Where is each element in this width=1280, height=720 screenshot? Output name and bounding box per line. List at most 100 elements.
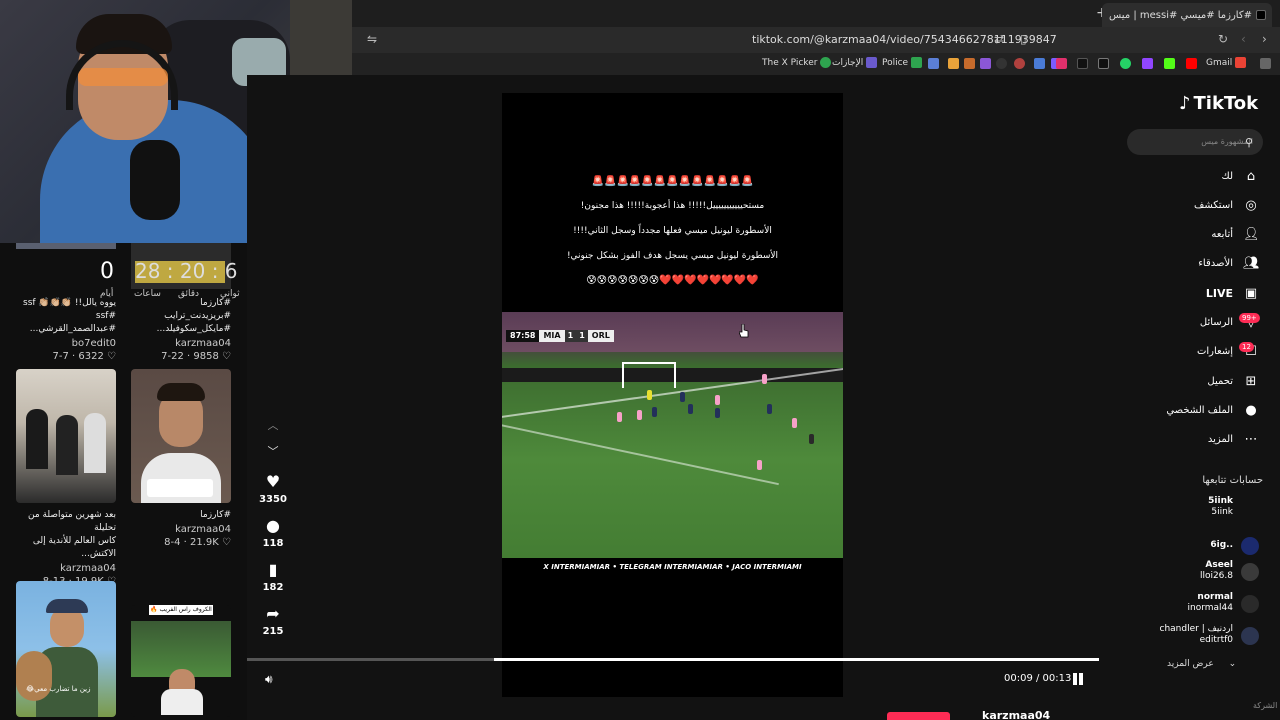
video-card-4[interactable]: #كارزما karzmaa04 8-4 · 21.9K ♡	[131, 369, 231, 548]
account-handle: 5iink	[1211, 507, 1233, 517]
following-account[interactable]: 5iink 5iink	[1127, 495, 1263, 523]
url-text[interactable]: tiktok.com/@karzmaa04/video/754346627811…	[752, 33, 1057, 46]
goal-thumb[interactable]: الكروف راس الفريب 🔥	[131, 605, 231, 717]
selfie-thumb[interactable]	[131, 369, 231, 503]
tiktok-bm-icon[interactable]	[1077, 58, 1088, 69]
prev-video-button[interactable]: ︿	[258, 417, 288, 433]
watermark-banner: X INTERMIAMIAR • TELEGRAM INTERMIAMIAR •…	[543, 563, 802, 571]
private-jet-thumb[interactable]	[16, 369, 116, 503]
account-name: normal	[1197, 592, 1233, 602]
gmail-icon	[1235, 57, 1247, 68]
bookmark-icon-5[interactable]	[1014, 58, 1025, 69]
instagram-icon[interactable]	[1056, 58, 1067, 69]
pause-button[interactable]	[1071, 672, 1085, 686]
hand-cursor-icon	[739, 324, 749, 338]
live-icon: ▣	[1244, 286, 1258, 301]
nav-for-you[interactable]: لك ⌂	[1127, 169, 1259, 184]
video-author[interactable]: bo7edit0	[16, 338, 116, 349]
logo-text: TikTok	[1193, 93, 1259, 114]
back-icon[interactable]: ‹	[1241, 32, 1246, 46]
bookmark-icon[interactable]: ▯	[1020, 32, 1027, 46]
bookmarks-bar: The X Picker الإجازات Police Gmail	[352, 53, 1280, 75]
forward-icon[interactable]: ›	[1262, 32, 1267, 46]
link-icon[interactable]	[928, 58, 939, 69]
bookmark-x-picker[interactable]: The X Picker	[762, 57, 832, 68]
github-icon[interactable]	[996, 58, 1007, 69]
share-icon: ➦	[266, 604, 280, 623]
nav-profile[interactable]: الملف الشخصي ●	[1127, 403, 1259, 418]
save-count: 182	[262, 582, 284, 593]
video-caption: بعد شهرين متواصلة من تحليلة	[28, 510, 116, 533]
x-icon[interactable]	[1098, 58, 1109, 69]
nav-following[interactable]: أتابعه 👤︎	[1127, 227, 1259, 242]
s-icon[interactable]	[980, 58, 991, 69]
bookmark-gmail[interactable]: Gmail	[1206, 57, 1247, 68]
video-feed: ︿ ﹀ ♥ 3350 ● 118 ▮ 182 ➦ 215 🚨🚨🚨🚨🚨🚨🚨🚨🚨🚨🚨…	[247, 75, 1127, 720]
bookmark-icon-3[interactable]	[964, 58, 975, 69]
video-card-3[interactable]: بعد شهرين متواصلة من تحليلة كاس العالم ل…	[16, 369, 116, 587]
bookmark-icon-6[interactable]	[1034, 58, 1045, 69]
bottom-username[interactable]: karzmaa04	[982, 709, 1050, 720]
video-text-line-4: ❤️❤️❤️❤️❤️❤️❤️❤️😰😰😰😰😰😰😰	[586, 275, 759, 286]
volume-icon[interactable]: 🔊︎	[265, 672, 273, 687]
account-name: 6ig..	[1210, 540, 1233, 550]
apps-grid-icon[interactable]	[1260, 58, 1271, 69]
pitch-line-2	[502, 420, 779, 486]
follow-button[interactable]	[887, 712, 950, 720]
video-card-1[interactable]: يووه يالل!! 👏🏼👏🏼👏🏼 ssf #ssf #عبدالصمد_ال…	[16, 291, 116, 362]
following-account[interactable]: normal inormal44	[1127, 591, 1263, 619]
progress-bar[interactable]	[247, 658, 1099, 661]
connection-icon[interactable]: ⇄	[994, 32, 1004, 46]
video-player[interactable]: 🚨🚨🚨🚨🚨🚨🚨🚨🚨🚨🚨🚨🚨 مستحيييييييييييل!!!!! هذا …	[502, 93, 843, 697]
active-tab[interactable]: #كارزما #ميسي #messi | ميس	[1102, 3, 1272, 27]
video-author[interactable]: karzmaa04	[16, 563, 116, 574]
following-account[interactable]: Aseel lloi26.8	[1127, 559, 1263, 587]
profile-icon: ●	[1245, 403, 1257, 418]
comment-icon: ●	[266, 516, 280, 535]
friends-icon: 👥︎	[1243, 256, 1260, 271]
video-author[interactable]: karzmaa04	[131, 338, 231, 349]
amazon-icon[interactable]	[948, 58, 959, 69]
youtube-icon[interactable]	[1186, 58, 1197, 69]
video-thumb-partial[interactable]	[16, 243, 116, 249]
address-bar[interactable]: ⇋ tiktok.com/@karzmaa04/video/7543466278…	[352, 27, 1280, 53]
camel-thumb[interactable]: زين ما تضارب معي😂	[16, 581, 116, 717]
whatsapp-icon[interactable]	[1120, 58, 1131, 69]
video-card-2[interactable]: #كارزما #بريزيدنت_ترايب #مايكل_سكوفيلد..…	[131, 291, 231, 362]
bookmark-holidays[interactable]: الإجازات	[832, 57, 878, 68]
following-account[interactable]: 6ig..	[1127, 533, 1263, 561]
sheet-icon	[911, 57, 923, 68]
nav-more[interactable]: المزيد ⋯	[1127, 432, 1259, 447]
thumb-caption: زين ما تضارب معي😂	[26, 685, 91, 693]
kick-icon[interactable]	[1164, 58, 1175, 69]
tiktok-logo[interactable]: ♪ TikTok	[1179, 93, 1258, 114]
search-input[interactable]: المشهورة ميس	[1127, 129, 1263, 155]
bookmark-police[interactable]: Police	[882, 57, 923, 68]
video-text-line-2: الأسطورة ليونيل ميسي فعلها مجدداً وسجل ا…	[573, 226, 772, 236]
share-button[interactable]: ➦ 215	[258, 604, 288, 637]
nav-friends[interactable]: الأصدقاء 👥︎	[1127, 256, 1259, 271]
twitch-icon[interactable]	[1142, 58, 1153, 69]
nav-upload[interactable]: تحميل ⊞	[1127, 374, 1259, 389]
next-video-button[interactable]: ﹀	[258, 443, 288, 459]
nav-live[interactable]: LIVE ▣	[1127, 286, 1259, 301]
save-button[interactable]: ▮ 182	[258, 560, 288, 593]
footer-company-link[interactable]: الشركة	[1253, 701, 1277, 710]
nav-explore[interactable]: استكشف ◎	[1127, 198, 1259, 213]
see-more-link[interactable]: عرض المزيد ⌄	[1167, 659, 1236, 669]
comment-button[interactable]: ● 118	[258, 516, 288, 549]
screen: { "browser": { "tab_title": "#كارزما #مي…	[0, 0, 1280, 720]
like-button[interactable]: ♥ 3350	[258, 472, 288, 505]
site-settings-icon[interactable]: ⇋	[367, 32, 377, 46]
video-caption: #كارزما #بريزيدنت_ترايب	[164, 298, 231, 321]
glasses	[78, 68, 168, 86]
video-text-line-3: الأسطورة ليونيل ميسي يسجل هدف الفوز بشكل…	[566, 251, 779, 261]
search-icon[interactable]: ⚲	[1245, 136, 1253, 149]
video-author[interactable]: karzmaa04	[131, 524, 231, 535]
compass-icon: ◎	[1245, 198, 1257, 213]
video-caption-2: كاس العالم للأندية إلى الاكتش...	[32, 536, 116, 559]
following-account[interactable]: chandler | اردنيف editrtf0	[1127, 623, 1263, 651]
thumb-caption: الكروف راس الفريب 🔥	[149, 605, 213, 615]
reload-icon[interactable]: ↻	[1218, 32, 1228, 46]
following-title: حسابات تتابعها	[1202, 475, 1263, 486]
